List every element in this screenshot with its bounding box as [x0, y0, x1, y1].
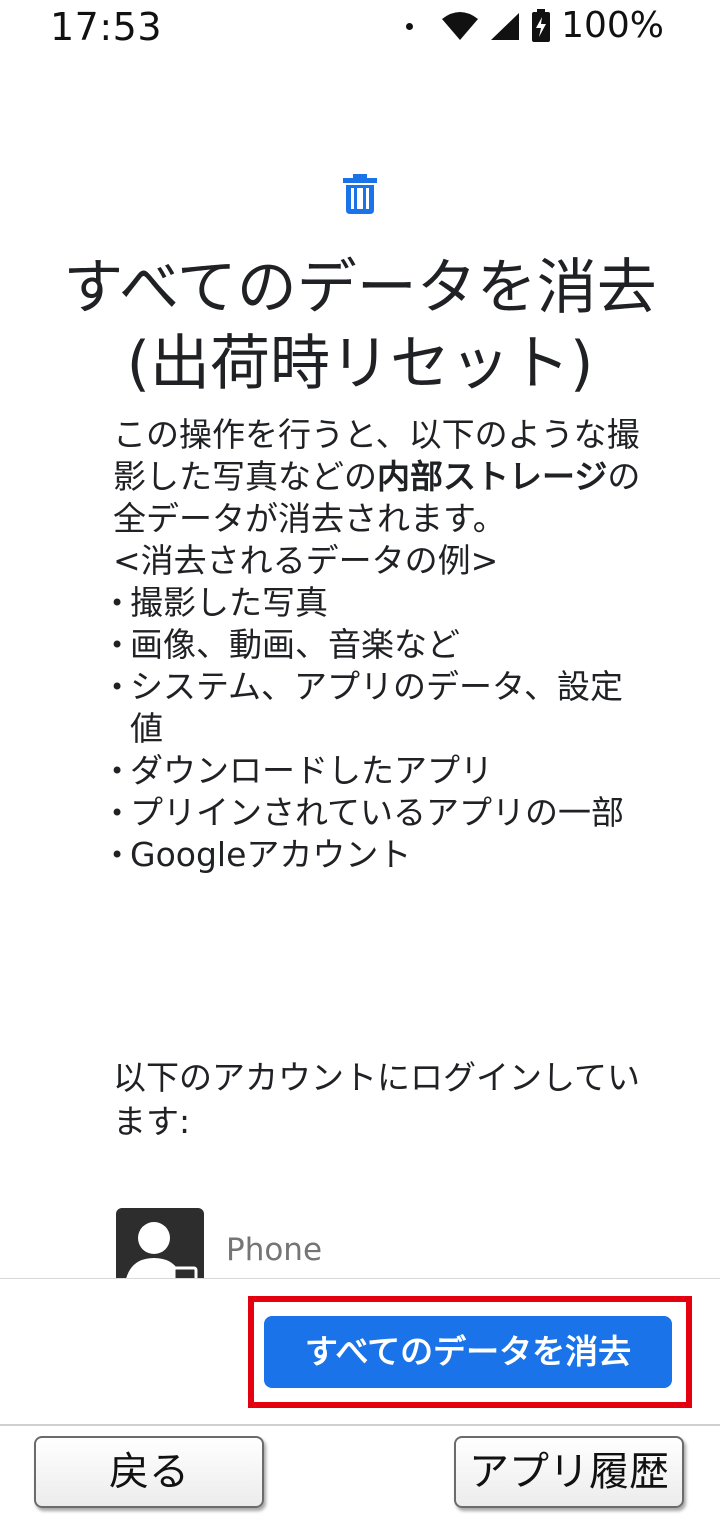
page-title: すべてのデータを消去 (出荷時リセット) [63, 253, 657, 399]
list-item: システム、アプリのデータ、設定値 [110, 666, 650, 750]
trash-icon [343, 174, 377, 214]
divider [0, 1278, 720, 1279]
list-item: プリインされているアプリの一部 [110, 792, 650, 834]
account-name: Phone [226, 1232, 323, 1268]
app-history-button[interactable]: アプリ履歴 [454, 1436, 684, 1508]
description: この操作を行うと、以下のような撮影した写真などの内部ストレージの全データが消去さ… [110, 414, 653, 876]
accounts-intro: 以下のアカウントにログインしています: [113, 1058, 641, 1141]
intro-text: この操作を行うと、以下のような撮影した写真などの内部ストレージの全データが消去さ… [113, 415, 641, 538]
list-item: ダウンロードしたアプリ [110, 750, 650, 792]
list-item: 画像、動画、音楽など [110, 624, 650, 666]
list-item: Googleアカウント [110, 834, 650, 876]
internal-storage-emphasis: 内部ストレージ [377, 457, 608, 496]
account-person-icon [126, 1222, 198, 1278]
divider-bottom [0, 1424, 720, 1426]
battery-charging-icon [532, 9, 551, 42]
account-row: Phone [116, 1208, 676, 1278]
avatar [116, 1208, 204, 1278]
list-item: 撮影した写真 [110, 582, 650, 624]
examples-list: 撮影した写真 画像、動画、音楽など システム、アプリのデータ、設定値 ダウンロー… [110, 582, 650, 876]
back-button[interactable]: 戻る [34, 1436, 264, 1508]
examples-header: <消去されるデータの例> [113, 541, 499, 580]
reset-content: すべてのデータを消去 (出荷時リセット) この操作を行うと、以下のような撮影した… [0, 56, 720, 1278]
status-icons: 100% [406, 6, 664, 46]
status-bar: 17:53 100% [0, 0, 720, 56]
status-time: 17:53 [50, 5, 163, 49]
signal-icon [491, 13, 520, 40]
battery-percentage: 100% [561, 5, 664, 46]
erase-all-data-button[interactable]: すべてのデータを消去 [264, 1316, 672, 1388]
wifi-icon [442, 12, 479, 40]
notification-dot-icon [406, 22, 414, 30]
